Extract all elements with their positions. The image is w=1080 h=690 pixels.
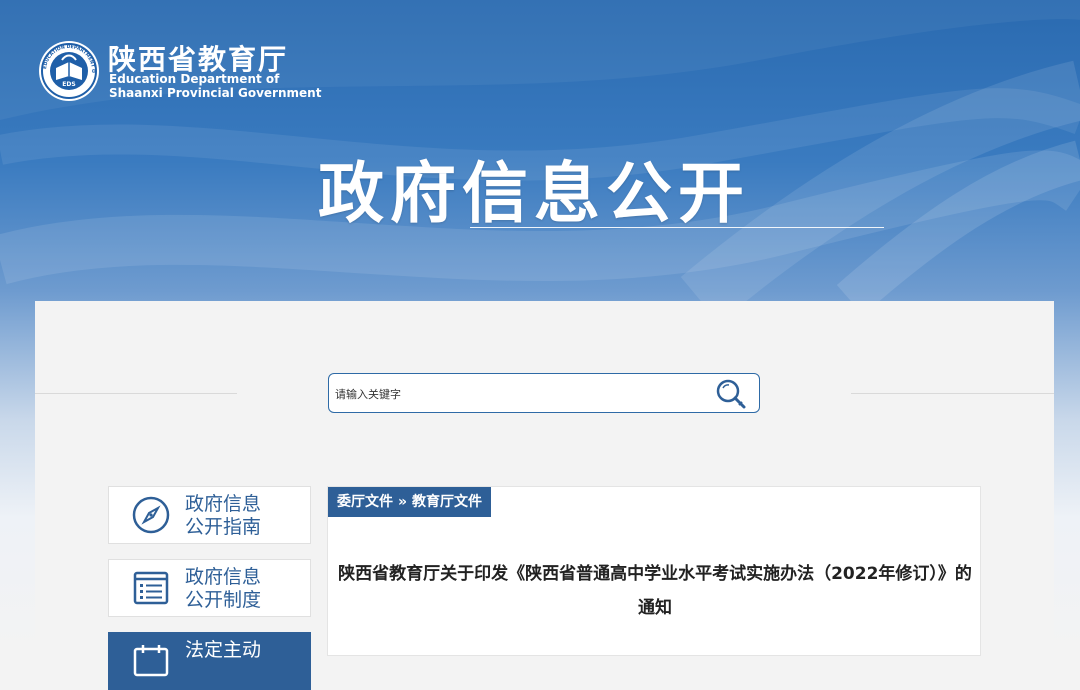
search-box	[328, 373, 760, 413]
breadcrumb-link-department-files[interactable]: 教育厅文件	[412, 494, 482, 510]
sidebar-item-proactive-disclosure[interactable]: 法定主动	[108, 632, 311, 690]
sidebar-item-label: 政府信息 公开指南	[185, 493, 262, 538]
education-department-logo: EDS EDUCATION DEPARTMENT OF SHAANXI	[38, 40, 99, 101]
search-divider-left	[35, 393, 237, 394]
sidebar-item-disclosure-system[interactable]: 政府信息 公开制度	[108, 559, 311, 617]
article-panel: 委厅文件 » 教育厅文件 陕西省教育厅关于印发《陕西省普通高中学业水平考试实施办法（…	[327, 486, 981, 656]
sidebar-item-label: 政府信息 公开制度	[185, 566, 262, 611]
document-list-icon	[133, 571, 169, 605]
main-panel: 政府信息 公开指南 政府信息 公开制度 法定主动 委厅文件	[35, 301, 1054, 690]
site-name-english-line1: Education Department of	[109, 72, 280, 86]
search-divider-right	[851, 393, 1054, 394]
search-input[interactable]	[333, 382, 707, 406]
hero-underline	[470, 227, 884, 228]
breadcrumb-link-committee-files[interactable]: 委厅文件	[337, 494, 393, 510]
logo-badge-text: EDS	[62, 81, 75, 88]
breadcrumb: 委厅文件 » 教育厅文件	[328, 487, 492, 517]
site-name-english: Education Department of Shaanxi Provinci…	[109, 72, 321, 100]
compass-icon	[132, 496, 170, 534]
hero-title: 政府信息公开	[318, 155, 750, 232]
site-name-english-line2: Shaanxi Provincial Government	[109, 86, 322, 100]
breadcrumb-separator: »	[398, 494, 408, 510]
sidebar-item-label: 法定主动	[185, 639, 262, 661]
calendar-icon	[133, 645, 169, 677]
article-title: 陕西省教育厅关于印发《陕西省普通高中学业水平考试实施办法（2022年修订）》的通…	[338, 564, 972, 618]
sidebar-item-disclosure-guide[interactable]: 政府信息 公开指南	[108, 486, 311, 544]
search-icon[interactable]	[713, 377, 749, 411]
